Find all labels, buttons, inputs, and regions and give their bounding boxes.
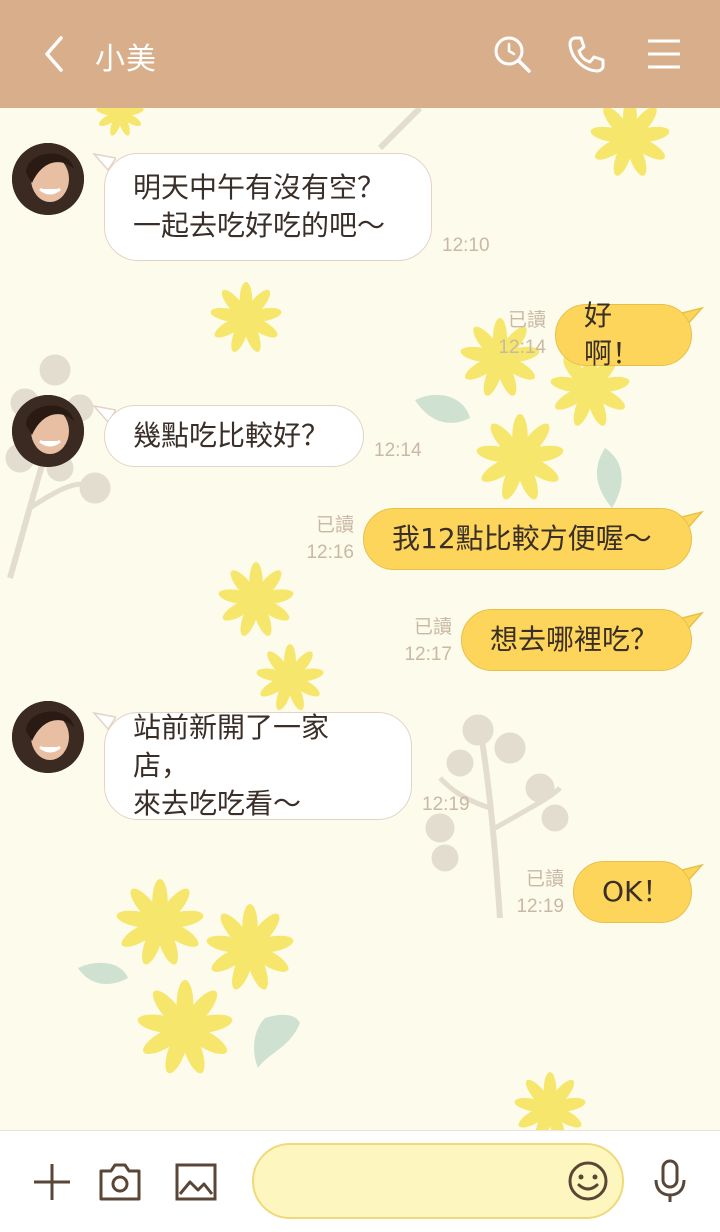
chevron-left-icon xyxy=(45,36,63,72)
avatar[interactable] xyxy=(12,701,84,773)
message-time: 12:17 xyxy=(404,644,452,665)
message-time: 12:14 xyxy=(374,440,422,461)
gallery-button[interactable] xyxy=(170,1156,222,1208)
emoji-button[interactable] xyxy=(564,1157,612,1205)
message-line: 我12點比較方便喔〜 xyxy=(392,522,652,555)
phone-icon xyxy=(568,36,605,73)
search-button[interactable] xyxy=(488,30,536,78)
avatar[interactable] xyxy=(12,395,84,467)
message-field xyxy=(252,1143,624,1219)
camera-button[interactable] xyxy=(94,1156,146,1208)
message-line: 站前新開了一家店， xyxy=(133,711,330,782)
message-bubble-incoming[interactable]: 站前新開了一家店， 來去吃吃看〜 xyxy=(104,711,412,820)
avatar-image xyxy=(12,701,84,773)
message-line: 幾點吃比較好？ xyxy=(133,419,330,452)
message-bubble-outgoing[interactable]: 想去哪裡吃？ xyxy=(461,609,692,671)
message-line: 一起去吃好吃的吧〜 xyxy=(133,209,386,242)
message-line: OK！ xyxy=(602,875,671,908)
avatar-image xyxy=(12,143,84,215)
message-line: 明天中午有沒有空？ xyxy=(133,171,386,204)
menu-button[interactable] xyxy=(640,30,688,78)
menu-icon xyxy=(648,39,680,69)
message-time: 12:14 xyxy=(498,337,546,358)
input-bar xyxy=(0,1130,720,1232)
message-line: 來去吃吃看〜 xyxy=(133,787,302,820)
message-time: 12:19 xyxy=(422,794,470,815)
smiley-icon xyxy=(568,1161,608,1201)
avatar[interactable] xyxy=(12,143,84,215)
read-status: 已讀 xyxy=(413,617,452,638)
message-bubble-outgoing[interactable]: OK！ xyxy=(573,861,692,923)
camera-icon xyxy=(99,1163,141,1201)
plus-icon xyxy=(34,1164,70,1200)
message-bubble-incoming[interactable]: 明天中午有沒有空？ 一起去吃好吃的吧〜 xyxy=(104,153,432,261)
message-bubble-outgoing[interactable]: 我12點比較方便喔〜 xyxy=(363,508,692,570)
voice-button[interactable] xyxy=(644,1155,696,1207)
chat-header: 小美 xyxy=(0,0,720,108)
message-time: 12:10 xyxy=(442,235,490,256)
add-button[interactable] xyxy=(26,1156,78,1208)
message-time: 12:16 xyxy=(306,542,354,563)
read-status: 已讀 xyxy=(507,310,546,331)
read-status: 已讀 xyxy=(525,869,564,890)
microphone-icon xyxy=(654,1159,686,1202)
call-button[interactable] xyxy=(562,30,610,78)
read-status: 已讀 xyxy=(315,515,354,536)
back-button[interactable] xyxy=(30,30,78,78)
message-line: 想去哪裡吃？ xyxy=(490,623,659,656)
message-time: 12:19 xyxy=(516,896,564,917)
avatar-image xyxy=(12,395,84,467)
chat-area[interactable]: 明天中午有沒有空？ 一起去吃好吃的吧〜 12:10 已讀 12:14 好啊！ 幾… xyxy=(0,108,720,1130)
message-bubble-outgoing[interactable]: 好啊！ xyxy=(555,299,692,370)
image-icon xyxy=(175,1163,217,1201)
contact-name: 小美 xyxy=(95,42,157,77)
message-bubble-incoming[interactable]: 幾點吃比較好？ xyxy=(104,405,364,467)
message-input[interactable] xyxy=(274,1159,554,1203)
search-icon xyxy=(494,36,531,73)
message-line: 好啊！ xyxy=(584,299,641,370)
